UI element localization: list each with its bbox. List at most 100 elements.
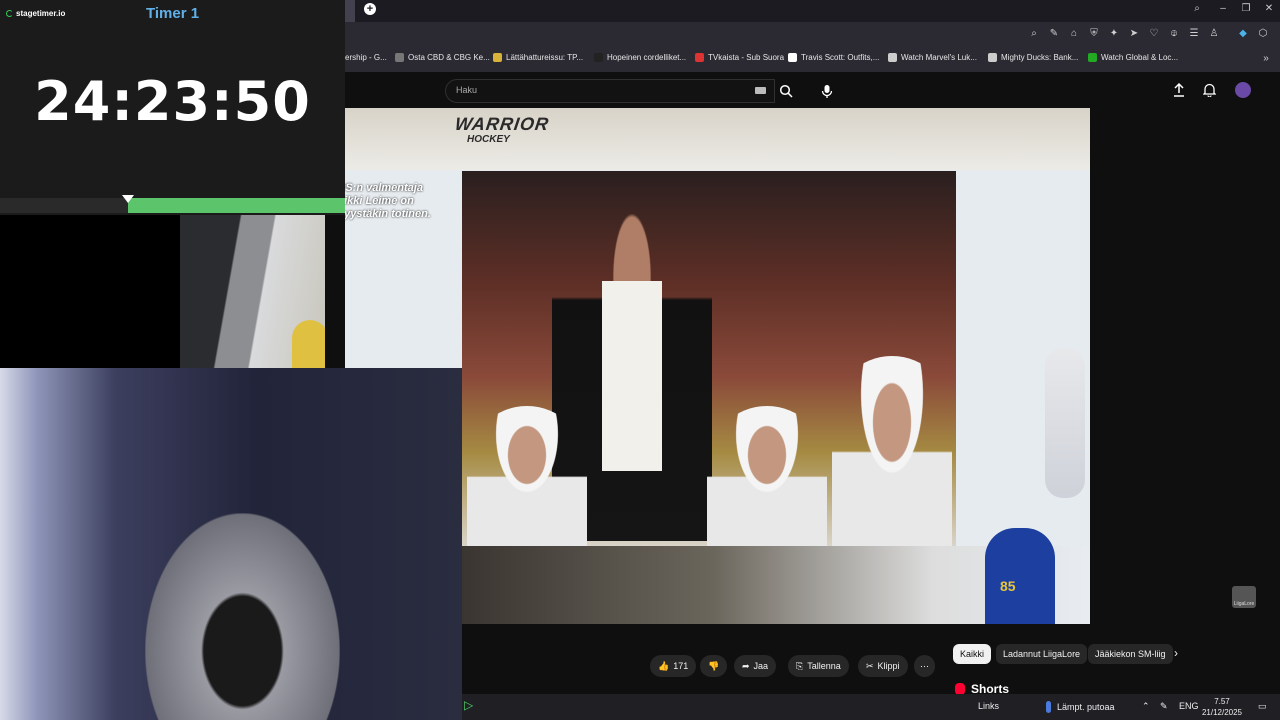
page-icon [1088,53,1097,62]
mini-video-preview [180,215,325,368]
links-label[interactable]: Links [978,701,999,711]
bookmark-item[interactable]: ership - G... [345,53,387,62]
thumbs-up-icon: 👍 [658,660,670,671]
thumbs-down-icon: 👎 [708,660,720,671]
video-actions: 👍 171 👎 ➦ Jaa ⎘ Tallenna ✂ Klippi ⋯ Kaik… [462,644,1280,680]
filter-chip[interactable]: Kaikki [953,644,992,664]
bookmark-item[interactable]: Mighty Ducks: Bank... [988,53,1078,62]
microphone-icon [821,84,833,98]
edit-icon[interactable]: ✎ [1048,28,1060,40]
person-figure [145,513,340,720]
skater-figure [985,528,1055,624]
globe-icon [395,53,404,62]
filter-chip[interactable]: Jääkiekon SM-liig [1088,644,1173,664]
restore-icon[interactable]: ❐ [1240,3,1252,15]
board-ad-text: WARRIOR [453,114,551,134]
browser-tab[interactable] [345,0,355,22]
skater-figure [1045,348,1085,498]
timer-progress-fill [128,198,345,213]
empty-overlay-area [0,215,180,368]
player-figure [467,406,587,546]
bookmark-item[interactable]: Lättähattureissu: TP... [493,53,583,62]
dislike-button[interactable]: 👎 [700,655,728,677]
new-tab-button[interactable]: + [364,3,376,15]
stagetimer-overlay: stagetimer.io Timer 1 24:23:50 [0,0,345,215]
search-button[interactable] [774,79,798,103]
extension-icon[interactable]: ✦ [1108,28,1120,40]
bookmark-item[interactable]: Watch Marvel's Luk... [888,53,977,62]
timer-countdown: 24:23:50 [34,70,311,133]
notifications-bell-icon[interactable] [1201,82,1217,98]
heart-icon[interactable]: ♡ [1148,28,1160,40]
clock[interactable]: 7.57 21/12/2025 [1202,696,1242,718]
more-actions-button[interactable]: ⋯ [914,655,935,677]
rink-boards: WARRIOR HOCKEY [345,108,1090,170]
page-icon [888,53,897,62]
search-input[interactable]: Haku [445,79,775,103]
weather-widget[interactable]: Lämpt. putoaa [1046,701,1115,713]
shield-icon[interactable]: ⛨ [1088,28,1100,40]
download-icon[interactable]: ↓ [1168,28,1180,40]
scissors-icon: ✂ [866,660,874,671]
menu-icon[interactable]: ☰ [1188,28,1200,40]
close-icon[interactable]: ✕ [1263,3,1275,15]
search-icon[interactable]: ⌕ [1191,3,1203,15]
extension-badge-icon[interactable]: ◆ [1237,28,1249,40]
filter-chip[interactable]: Ladannut LiigaLore [996,644,1088,664]
clip-button[interactable]: ✂ Klippi [858,655,908,677]
search-placeholder: Haku [456,85,478,95]
notifications-icon[interactable]: ▭ [1258,701,1267,712]
more-icon: ⋯ [920,660,929,671]
player-figure [832,356,952,546]
bookmark-item[interactable]: Hopeinen cordelliket... [594,53,686,62]
keyboard-icon[interactable] [755,87,766,94]
thermometer-icon [1046,701,1051,713]
zoom-icon[interactable]: ⌕ [1028,28,1040,40]
bookmark-item[interactable]: Travis Scott: Outfits,... [788,53,879,62]
avatar[interactable] [1235,82,1251,98]
webcam-feed [0,368,462,720]
channel-watermark[interactable]: LiigaLore [1232,586,1256,608]
board-ad-subtext: HOCKEY [467,134,510,145]
search-icon [779,84,793,98]
taskbar: ▷ Links Lämpt. putoaa ⌃ ✎ ENG 7.57 21/12… [462,694,1280,720]
browser-toolbar: ⌕ ✎ ⌂ ⛨ ✦ ➤ ♡ ☺ ↓ ☰ ♙ ◆ ⬡ [345,22,1280,48]
upload-icon[interactable] [1171,82,1187,98]
save-button[interactable]: ⎘ Tallenna [788,655,849,677]
bookmark-icon: ⎘ [796,660,804,671]
minimize-icon[interactable]: – [1217,3,1229,15]
bookmark-item[interactable]: TVkaista - Sub Suora [695,53,784,62]
bookmark-item[interactable]: Osta CBD & CBG Ke... [395,53,490,62]
timer-progress-marker [122,195,134,203]
play-icon[interactable]: ▷ [464,698,473,712]
share-icon: ➦ [742,660,750,671]
share-button[interactable]: ➦ Jaa [734,655,777,677]
settings-icon[interactable]: ⬡ [1257,28,1269,40]
account-icon[interactable]: ♙ [1208,28,1220,40]
chevron-up-icon[interactable]: ⌃ [1142,701,1150,712]
player-figure [707,406,827,546]
browser-tabstrip: + ⌕ – ❐ ✕ [345,0,1280,22]
language-indicator[interactable]: ENG [1179,701,1199,711]
page-icon [988,53,997,62]
chevron-right-icon[interactable]: » [1260,53,1272,65]
jersey-number: 85 [1000,578,1016,594]
like-button[interactable]: 👍 171 [650,655,697,677]
home-icon[interactable]: ⌂ [1068,28,1080,40]
voice-search-button[interactable] [815,79,839,103]
tv-icon [695,53,704,62]
page-icon [594,53,603,62]
bookmark-item[interactable]: Watch Global & Loc... [1088,53,1178,62]
page-icon [493,53,502,62]
timer-title: Timer 1 [145,5,200,22]
network-icon[interactable]: ✎ [1160,701,1168,712]
person-figure [292,320,325,368]
video-caption: PS:n valmentaja eikki Leime on syystäkin… [345,182,431,220]
youtube-header: Haku [345,72,1280,108]
coach-shirt [602,281,662,471]
bench-photo [462,171,956,546]
bookmarks-bar: ership - G... Osta CBD & CBG Ke... Lättä… [345,48,1280,73]
chevron-right-icon[interactable]: › [1174,646,1178,660]
send-icon[interactable]: ➤ [1128,28,1140,40]
like-count: 171 [673,661,689,671]
